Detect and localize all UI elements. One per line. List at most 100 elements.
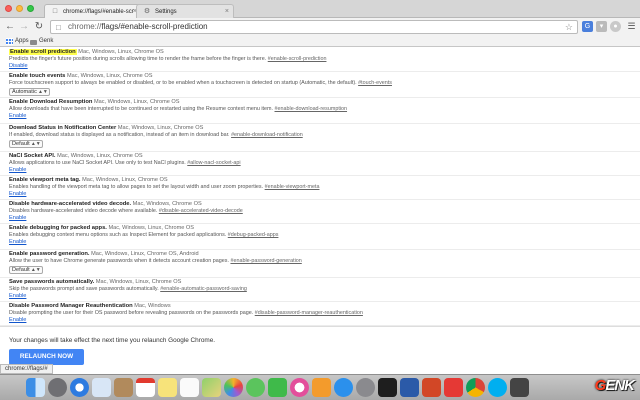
flag-select-value: Default xyxy=(12,266,30,273)
flag-anchor-link[interactable]: #debug-packed-apps xyxy=(228,232,279,238)
flag-anchor-link[interactable]: #enable-password-generation xyxy=(230,258,301,264)
address-bar[interactable]: □ chrome://flags/#enable-scroll-predicti… xyxy=(50,20,578,34)
flag-select[interactable]: Default ▲▼ xyxy=(9,139,43,148)
flag-name: Disable Password Manager Reauthenticatio… xyxy=(9,303,133,309)
flag-platforms: Mac, Windows, Linux, Chrome OS xyxy=(95,279,182,285)
translate-icon[interactable]: G xyxy=(582,21,593,32)
messages-icon[interactable] xyxy=(246,378,265,397)
itunes-icon[interactable] xyxy=(290,378,309,397)
word-icon[interactable] xyxy=(400,378,419,397)
system-preferences-icon[interactable] xyxy=(356,378,375,397)
app-store-icon[interactable] xyxy=(334,378,353,397)
flag-anchor-link[interactable]: #allow-nacl-socket-api xyxy=(187,160,240,166)
flag-description: Skip the passwords prompt and save passw… xyxy=(9,286,159,292)
notes-icon[interactable] xyxy=(158,378,177,397)
flag-platforms: Mac, Windows, Linux, Chrome OS xyxy=(66,73,153,79)
bookmark-genk[interactable]: Genk xyxy=(30,36,53,47)
close-window-button[interactable] xyxy=(5,5,12,12)
tab-settings[interactable]: ⚙ Settings × xyxy=(136,4,234,18)
app-icon[interactable] xyxy=(510,378,529,397)
terminal-icon[interactable] xyxy=(378,378,397,397)
flags-list: Enable scroll prediction Mac, Windows, L… xyxy=(0,48,640,326)
flag-anchor-link[interactable]: #enable-viewport-meta xyxy=(265,184,320,190)
chrome-icon[interactable] xyxy=(466,378,485,397)
flag-name: Enable password generation. xyxy=(9,251,90,257)
photos-icon[interactable] xyxy=(224,378,243,397)
menu-icon[interactable]: ☰ xyxy=(626,21,637,32)
extension-icon[interactable]: ▾ xyxy=(596,21,607,32)
reminders-icon[interactable] xyxy=(180,378,199,397)
flag-toggle-link[interactable]: Enable xyxy=(9,215,26,222)
flag-name: NaCl Socket API. xyxy=(9,153,56,159)
flag-description: Allow the user to have Chrome generate p… xyxy=(9,258,229,264)
gear-icon: ⚙ xyxy=(143,8,151,15)
flag-toggle-link[interactable]: Disable xyxy=(9,63,28,70)
safari-icon[interactable] xyxy=(70,378,89,397)
extension-icon[interactable]: ● xyxy=(610,21,621,32)
flag-toggle-link[interactable]: Enable xyxy=(9,293,26,300)
flag-row: Disable Password Manager Reauthenticatio… xyxy=(0,302,640,326)
xmind-icon[interactable] xyxy=(444,378,463,397)
flag-anchor-link[interactable]: #enable-download-resumption xyxy=(275,106,348,112)
contacts-icon[interactable] xyxy=(114,378,133,397)
relaunch-now-button[interactable]: RELAUNCH NOW xyxy=(9,349,84,365)
flag-name: Download Status in Notification Center xyxy=(9,125,117,131)
url-path: flags/#enable-scroll-prediction xyxy=(101,22,208,31)
skype-icon[interactable] xyxy=(488,378,507,397)
calendar-icon[interactable] xyxy=(136,378,155,397)
flag-anchor-link[interactable]: #disable-password-manager-reauthenticati… xyxy=(255,310,363,316)
toolbar: ← → ↻ □ chrome://flags/#enable-scroll-pr… xyxy=(0,18,640,36)
flag-anchor-link[interactable]: #touch-events xyxy=(358,80,392,86)
close-icon[interactable]: × xyxy=(225,5,229,18)
tab-flags[interactable]: □ chrome://flags/#enable-scr × xyxy=(44,4,142,18)
flag-name: Enable touch events xyxy=(9,73,66,79)
tab-strip: □ chrome://flags/#enable-scr × ⚙ Setting… xyxy=(0,0,640,18)
facetime-icon[interactable] xyxy=(268,378,287,397)
forward-icon[interactable]: → xyxy=(18,20,30,33)
finder-icon[interactable] xyxy=(26,378,45,397)
chevron-down-icon: ▲▼ xyxy=(30,140,41,147)
flag-anchor-link[interactable]: #disable-accelerated-video-decode xyxy=(159,208,243,214)
flag-toggle-link[interactable]: Enable xyxy=(9,239,26,246)
tab-title: Settings xyxy=(155,9,177,15)
back-icon[interactable]: ← xyxy=(4,20,16,33)
zoom-window-button[interactable] xyxy=(27,5,34,12)
flag-toggle-link[interactable]: Enable xyxy=(9,191,26,198)
reload-icon[interactable]: ↻ xyxy=(33,20,45,33)
minimize-window-button[interactable] xyxy=(16,5,23,12)
star-icon[interactable]: ☆ xyxy=(565,21,573,33)
flag-toggle-link[interactable]: Enable xyxy=(9,113,26,120)
flag-description: Disables hardware-accelerated video deco… xyxy=(9,208,158,214)
ibooks-icon[interactable] xyxy=(312,378,331,397)
launchpad-icon[interactable] xyxy=(48,378,67,397)
flag-platforms: Mac, Windows, Linux, Chrome OS xyxy=(93,99,180,105)
flag-description: Predicts the finger's future position du… xyxy=(9,56,267,62)
bookmark-apps[interactable]: Apps xyxy=(6,36,29,47)
flag-select[interactable]: Automatic ▲▼ xyxy=(9,87,50,96)
flag-platforms: Mac, Windows xyxy=(134,303,171,309)
flag-row: Save passwords automatically. Mac, Windo… xyxy=(0,278,640,302)
flag-name: Enable Download Resumption xyxy=(9,99,93,105)
flag-description: Allows applications to use NaCl Socket A… xyxy=(9,160,186,166)
flag-name: Enable debugging for packed apps. xyxy=(9,225,107,231)
maps-icon[interactable] xyxy=(202,378,221,397)
flag-platforms: Mac, Windows, Chrome OS xyxy=(132,201,202,207)
chevron-down-icon: ▲▼ xyxy=(37,88,48,95)
flag-select[interactable]: Default ▲▼ xyxy=(9,265,43,274)
flag-name: Save passwords automatically. xyxy=(9,279,95,285)
flag-anchor-link[interactable]: #enable-download-notification xyxy=(231,132,303,138)
relaunch-message: Your changes will take effect the next t… xyxy=(9,337,216,344)
flag-row: Enable debugging for packed apps. Mac, W… xyxy=(0,224,640,250)
flag-platforms: Mac, Windows, Linux, Chrome OS xyxy=(117,125,204,131)
flag-select-value: Automatic xyxy=(12,88,37,95)
powerpoint-icon[interactable] xyxy=(422,378,441,397)
flag-anchor-link[interactable]: #enable-automatic-password-saving xyxy=(160,286,247,292)
mail-icon[interactable] xyxy=(92,378,111,397)
flag-toggle-link[interactable]: Enable xyxy=(9,167,26,174)
flag-row: Disable hardware-accelerated video decod… xyxy=(0,200,640,224)
dock: GENK xyxy=(0,374,640,400)
flag-anchor-link[interactable]: #enable-scroll-prediction xyxy=(268,56,327,62)
flag-description: Disable prompting the user for their OS … xyxy=(9,310,254,316)
flag-platforms: Mac, Windows, Linux, Chrome OS xyxy=(57,153,143,159)
flag-toggle-link[interactable]: Enable xyxy=(9,317,26,324)
